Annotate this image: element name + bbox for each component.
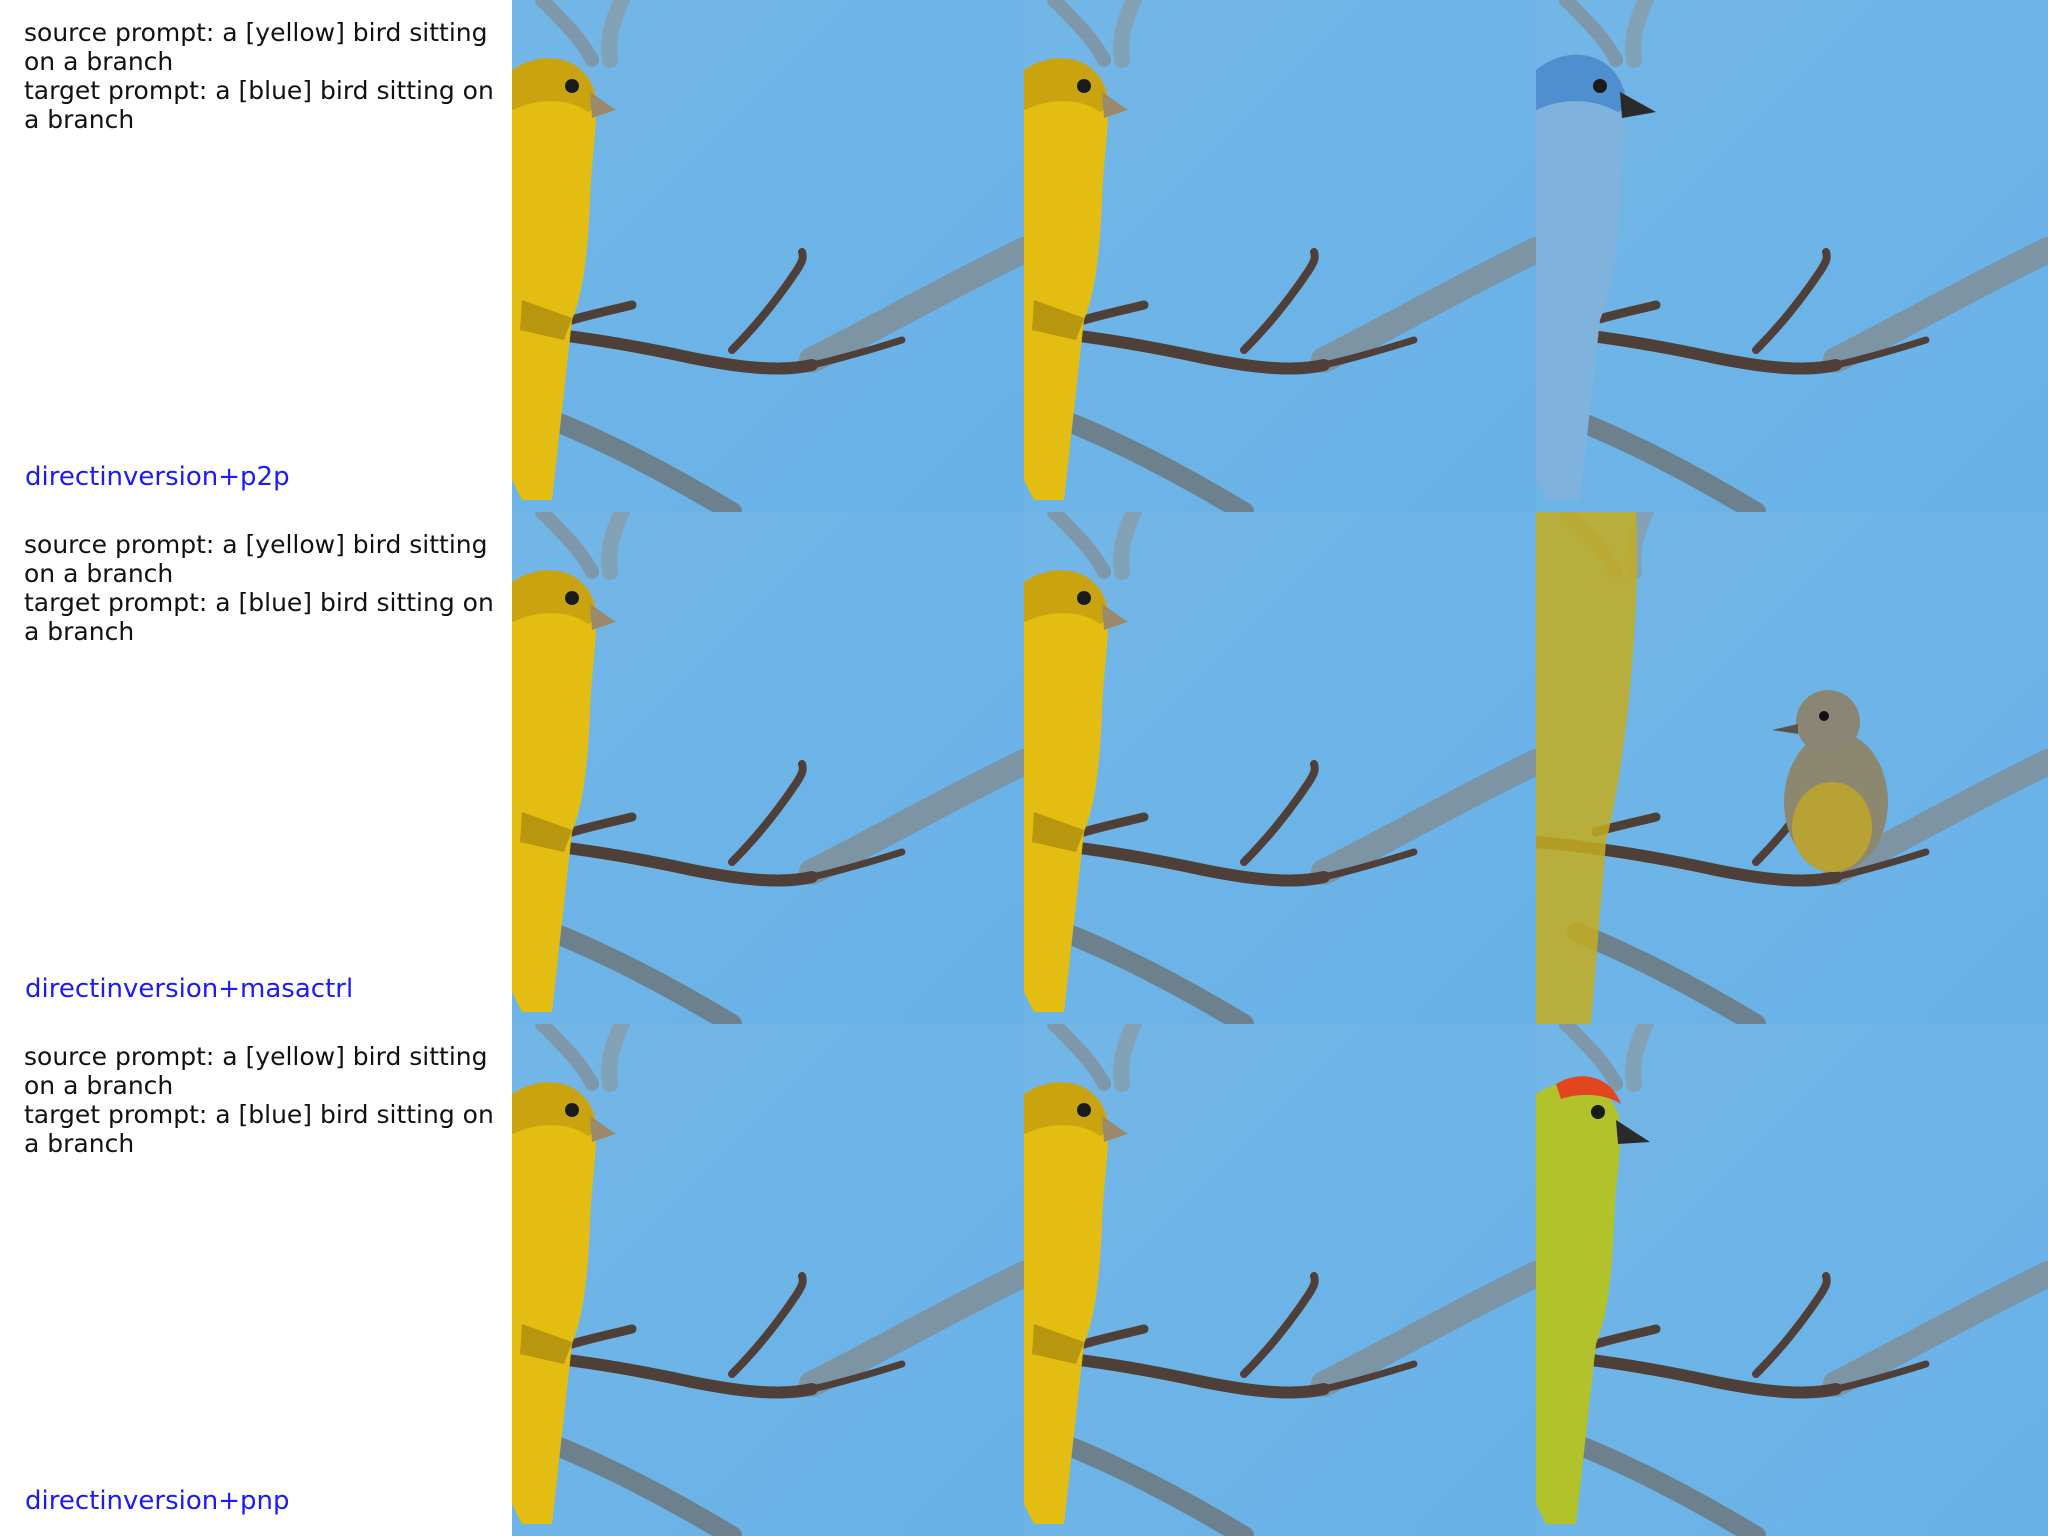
source-prompt: source prompt: a [yellow] bird sitting o… [24, 18, 488, 76]
prompt-text: source prompt: a [yellow] bird sitting o… [24, 530, 504, 646]
source-image [512, 512, 1024, 1024]
prompt-panel: source prompt: a [yellow] bird sitting o… [0, 1024, 512, 1536]
edited-image [1536, 0, 2048, 512]
source-prompt: source prompt: a [yellow] bird sitting o… [24, 530, 488, 588]
prompt-text: source prompt: a [yellow] bird sitting o… [24, 1042, 504, 1158]
comparison-row: source prompt: a [yellow] bird sitting o… [0, 512, 2048, 1024]
target-prompt: target prompt: a [blue] bird sitting on … [24, 1100, 494, 1158]
edited-image [1536, 1024, 2048, 1536]
reconstruction-image [1024, 512, 1536, 1024]
reconstruction-image [1024, 1024, 1536, 1536]
edited-image [1536, 512, 2048, 1024]
prompt-panel: source prompt: a [yellow] bird sitting o… [0, 512, 512, 1024]
comparison-row: source prompt: a [yellow] bird sitting o… [0, 1024, 2048, 1536]
source-prompt: source prompt: a [yellow] bird sitting o… [24, 1042, 488, 1100]
target-prompt: target prompt: a [blue] bird sitting on … [24, 76, 494, 134]
prompt-panel: source prompt: a [yellow] bird sitting o… [0, 0, 512, 512]
method-label: directinversion+p2p [25, 462, 290, 492]
prompt-text: source prompt: a [yellow] bird sitting o… [24, 18, 504, 134]
source-image [512, 0, 1024, 512]
target-prompt: target prompt: a [blue] bird sitting on … [24, 588, 494, 646]
source-image [512, 1024, 1024, 1536]
reconstruction-image [1024, 0, 1536, 512]
comparison-row: source prompt: a [yellow] bird sitting o… [0, 0, 2048, 512]
method-label: directinversion+pnp [25, 1486, 290, 1516]
method-label: directinversion+masactrl [25, 974, 354, 1004]
